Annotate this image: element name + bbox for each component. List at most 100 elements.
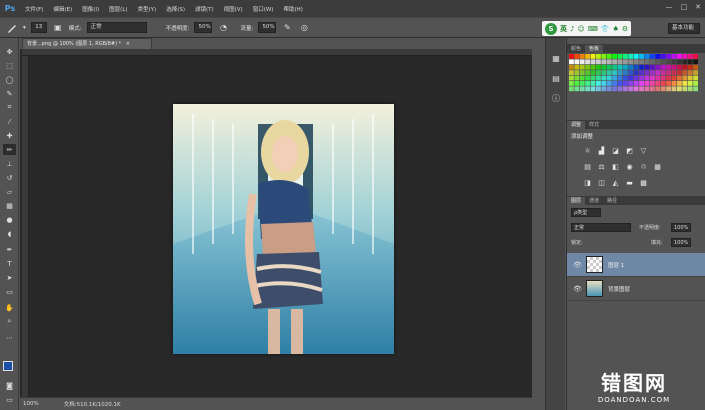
swatch[interactable] [650,75,655,81]
screen-mode-icon[interactable]: ▭ [3,394,16,405]
layer-kind-filter[interactable]: ρ类型 [571,208,601,217]
brush-icon[interactable]: ✏ [3,144,16,155]
settings-icon[interactable]: ⚙ [622,25,628,33]
quick-mask-icon[interactable]: ◙ [3,380,16,391]
swatch[interactable] [585,59,590,65]
swatch[interactable] [579,70,585,75]
eyedropper-icon[interactable]: ⁄ [3,116,16,127]
swatch[interactable] [590,81,596,86]
swatch[interactable] [639,75,644,81]
swatch[interactable] [628,81,634,86]
swatch[interactable] [590,75,596,81]
swatch[interactable] [585,70,590,75]
tab-styles[interactable]: 样式 [585,121,603,129]
menu-help[interactable]: 帮助(H) [278,5,307,13]
healing-icon[interactable]: ✚ [3,130,16,141]
swatch[interactable] [585,64,590,70]
swatch[interactable] [590,64,596,70]
swatch[interactable] [606,75,612,81]
pressure-size-icon[interactable]: ◎ [298,22,310,34]
swatch[interactable] [628,75,634,81]
swatch[interactable] [671,75,677,81]
swatch[interactable] [650,59,655,65]
swatch[interactable] [617,54,623,59]
swatch[interactable] [644,64,650,70]
brightness-icon[interactable]: ☼ [583,146,592,155]
swatch[interactable] [579,64,585,70]
swatch[interactable] [677,86,682,92]
menu-window[interactable]: 窗口(W) [248,5,279,13]
tab-swatches[interactable]: 色板 [585,45,604,53]
eye-icon[interactable]: 👁 [573,285,582,293]
swatch[interactable] [579,81,585,86]
swatch[interactable] [671,81,677,86]
close-button[interactable]: ✕ [695,3,701,11]
swatch[interactable] [644,59,650,65]
layer-blend-mode[interactable]: 正常 [571,223,631,232]
canvas-photo[interactable] [173,104,394,354]
swatch[interactable] [677,54,682,59]
swatch[interactable] [639,81,644,86]
swatch[interactable] [655,75,661,81]
swatch[interactable] [569,86,574,92]
swatch[interactable] [596,64,601,70]
swatch[interactable] [660,70,666,75]
swatch[interactable] [655,81,661,86]
swatch[interactable] [601,54,607,59]
layer-fill-input[interactable]: 100% [671,238,691,247]
swatch[interactable] [579,59,585,65]
swatch[interactable] [596,59,601,65]
swatch[interactable] [687,64,693,70]
swatch[interactable] [617,75,623,81]
swatch[interactable] [660,64,666,70]
blur-icon[interactable]: ● [3,214,16,225]
swatch[interactable] [574,81,580,86]
swatch[interactable] [682,75,688,81]
swatch[interactable] [628,59,634,65]
swatch[interactable] [650,64,655,70]
swatch[interactable] [569,81,574,86]
swatch[interactable] [644,54,650,59]
swatch[interactable] [655,59,661,65]
menu-image[interactable]: 图像(I) [77,5,104,13]
swatch[interactable] [693,86,698,92]
swatch[interactable] [585,81,590,86]
swatch[interactable] [606,64,612,70]
swatch[interactable] [693,81,698,86]
maximize-button[interactable]: □ [681,3,688,11]
swatch[interactable] [601,81,607,86]
lasso-icon[interactable]: ◯ [3,74,16,85]
tab-channels[interactable]: 通道 [585,197,603,205]
swatch[interactable] [693,64,698,70]
swatch[interactable] [639,86,644,92]
swatch[interactable] [693,70,698,75]
swatch[interactable] [682,70,688,75]
color-lookup-icon[interactable]: ▦ [653,162,662,171]
swatch[interactable] [579,54,585,59]
swatch[interactable] [612,64,617,70]
swatch[interactable] [606,81,612,86]
swatch[interactable] [655,70,661,75]
swatch[interactable] [617,64,623,70]
swatch[interactable] [623,70,628,75]
swatch[interactable] [569,54,574,59]
history-brush-icon[interactable]: ↺ [3,172,16,183]
swatch[interactable] [606,59,612,65]
vibrance-icon[interactable]: ▽ [639,146,648,155]
brush-tool-icon[interactable] [6,22,18,34]
swatch[interactable] [660,86,666,92]
swatch[interactable] [623,59,628,65]
swatch[interactable] [574,86,580,92]
photo-filter-icon[interactable]: ◉ [625,162,634,171]
swatch[interactable] [660,59,666,65]
swatch[interactable] [650,70,655,75]
swatch[interactable] [617,86,623,92]
swatch[interactable] [671,86,677,92]
foreground-color-swatch[interactable] [3,361,13,371]
swatch[interactable] [677,75,682,81]
swatch[interactable] [628,70,634,75]
swatch[interactable] [633,70,639,75]
swatch[interactable] [644,70,650,75]
swatch[interactable] [666,70,671,75]
swatch[interactable] [623,86,628,92]
